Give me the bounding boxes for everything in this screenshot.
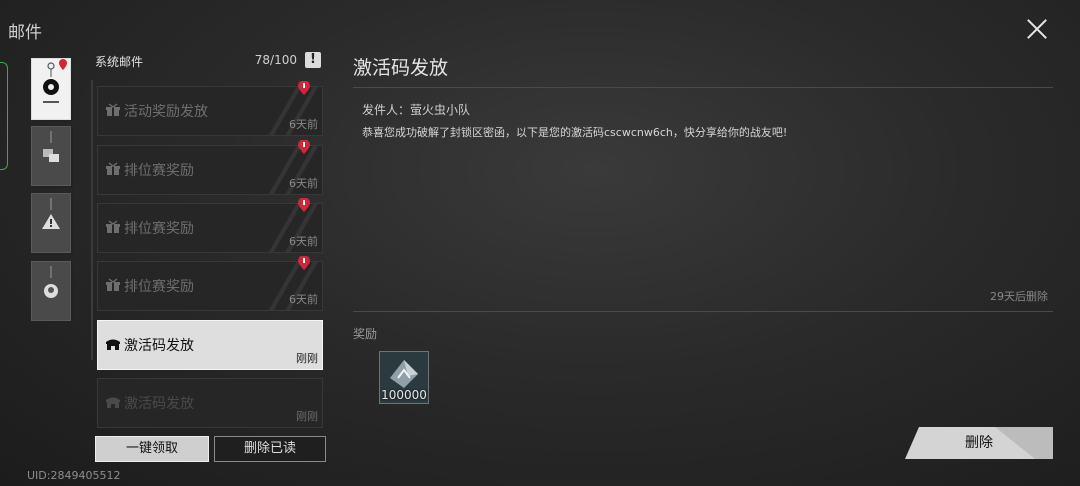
chat-icon bbox=[43, 131, 59, 162]
category-tab-notice[interactable] bbox=[31, 193, 71, 253]
mail-title: 活动奖励发放 bbox=[124, 104, 208, 120]
unread-marker-icon bbox=[298, 198, 310, 212]
mail-time: 刚刚 bbox=[296, 352, 318, 365]
gift-icon bbox=[106, 103, 120, 116]
crystal-icon bbox=[390, 360, 418, 388]
delete-label: 删除 bbox=[965, 435, 993, 451]
mail-sender: 发件人：萤火虫小队 bbox=[362, 103, 471, 117]
gift-icon bbox=[106, 278, 120, 291]
mail-category-label: 系统邮件 bbox=[95, 55, 144, 69]
mail-item[interactable]: 排位赛奖励 6天前 bbox=[97, 145, 323, 195]
unread-marker-icon bbox=[298, 81, 310, 95]
user-id: UID:2849405512 bbox=[27, 469, 121, 482]
mail-list-header: 系统邮件 78/100 ! bbox=[95, 52, 325, 71]
avatar-icon bbox=[44, 266, 58, 298]
gift-icon bbox=[106, 220, 120, 233]
exclamation-icon[interactable]: ! bbox=[305, 52, 321, 68]
mail-title: 排位赛奖励 bbox=[124, 163, 194, 179]
mail-time: 6天前 bbox=[289, 293, 318, 306]
mail-item[interactable]: 活动奖励发放 6天前 bbox=[97, 86, 323, 136]
mail-title: 激活码发放 bbox=[124, 396, 194, 412]
mail-item[interactable]: 排位赛奖励 6天前 bbox=[97, 203, 323, 253]
reward-item[interactable]: 100000 bbox=[379, 351, 429, 404]
category-tab-system[interactable] bbox=[31, 58, 71, 120]
delete-read-button[interactable]: 删除已读 bbox=[214, 436, 326, 462]
delete-button[interactable]: 删除 bbox=[905, 427, 1053, 459]
mail-title: 排位赛奖励 bbox=[124, 279, 194, 295]
mail-item[interactable]: 排位赛奖励 6天前 bbox=[97, 261, 323, 311]
unread-marker-icon bbox=[298, 140, 310, 154]
mailbox-icon bbox=[106, 397, 120, 408]
category-tab-friends[interactable] bbox=[31, 126, 71, 186]
mail-list-scrollbar[interactable] bbox=[91, 80, 93, 360]
mailbox-icon bbox=[106, 339, 120, 350]
mail-title: 激活码发放 bbox=[124, 338, 194, 354]
mail-count: 78/100 bbox=[254, 53, 297, 67]
mail-time: 6天前 bbox=[289, 177, 318, 190]
divider bbox=[353, 311, 1053, 312]
unread-marker-icon bbox=[298, 256, 310, 270]
mail-title: 排位赛奖励 bbox=[124, 221, 194, 237]
claim-all-button[interactable]: 一键领取 bbox=[95, 436, 209, 462]
mail-item-selected[interactable]: 激活码发放 刚刚 bbox=[97, 320, 323, 370]
mail-body[interactable]: 恭喜您成功破解了封锁区密函，以下是您的激活码cscwcnw6ch，快分享给你的战… bbox=[362, 124, 787, 140]
mail-item[interactable]: 激活码发放 刚刚 bbox=[97, 378, 323, 428]
mail-time: 刚刚 bbox=[296, 410, 318, 423]
divider bbox=[353, 87, 1053, 88]
mail-expiry: 29天后删除 bbox=[990, 290, 1048, 303]
rewards-label: 奖励 bbox=[353, 327, 378, 341]
mail-time: 6天前 bbox=[289, 118, 318, 131]
gift-icon bbox=[106, 162, 120, 175]
warning-icon bbox=[42, 198, 60, 229]
page-title: 邮件 bbox=[8, 23, 42, 43]
mail-detail-title: 激活码发放 bbox=[353, 57, 449, 79]
category-tab-personal[interactable] bbox=[31, 261, 71, 321]
reward-quantity: 100000 bbox=[381, 388, 427, 402]
close-icon[interactable] bbox=[1020, 12, 1054, 46]
mail-time: 6天前 bbox=[289, 235, 318, 248]
category-rail-indicator bbox=[0, 62, 8, 170]
system-mail-icon bbox=[43, 59, 67, 103]
